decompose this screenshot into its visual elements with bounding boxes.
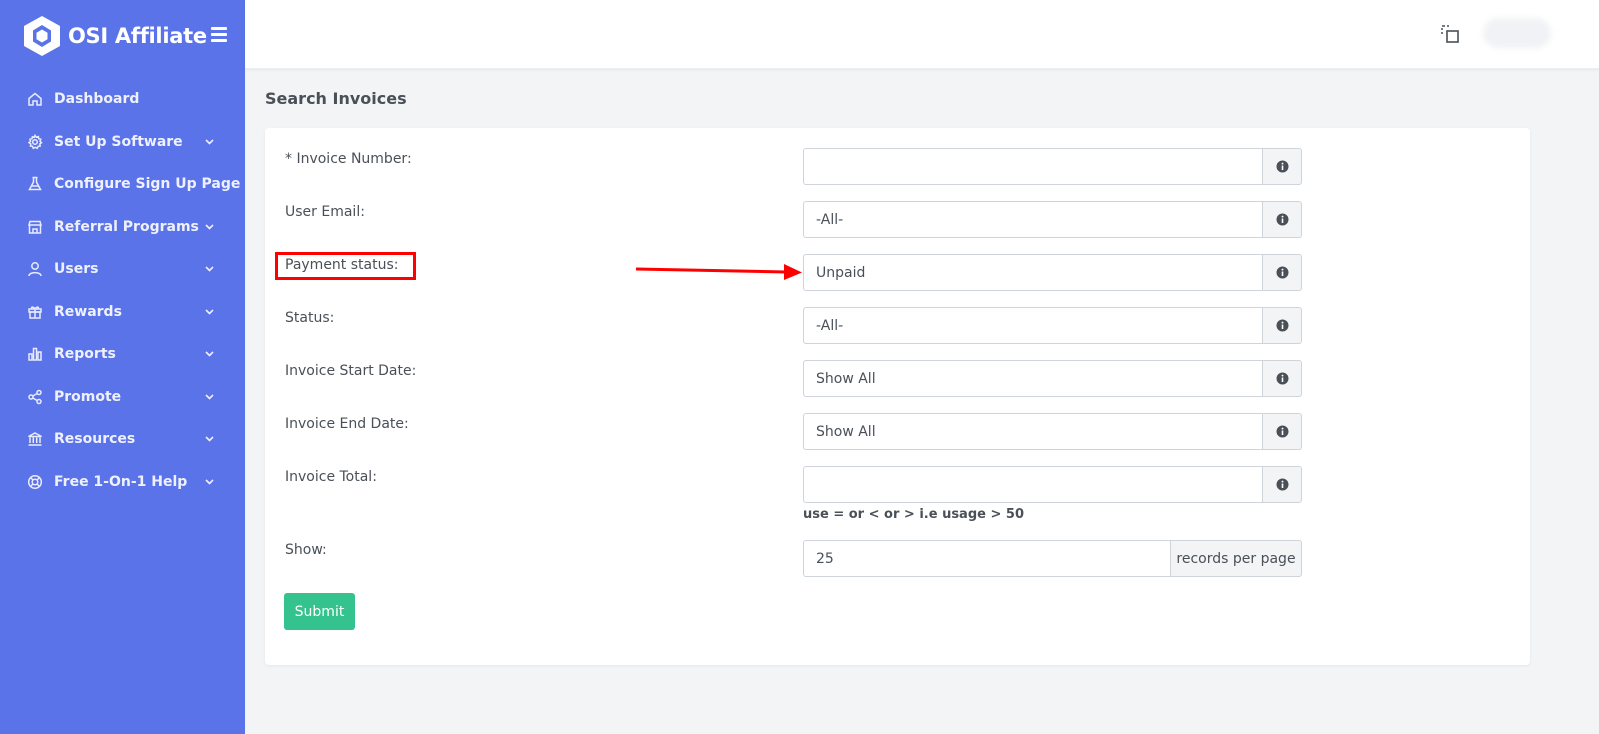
chevron-down-icon (205, 266, 214, 272)
invoice-start-date-info[interactable] (1263, 360, 1302, 397)
show-group: 25 records per page (803, 540, 1302, 577)
sidebar-item-resources[interactable]: Resources (0, 418, 245, 461)
info-icon (1276, 372, 1288, 385)
sidebar-item-label: Configure Sign Up Page (54, 176, 241, 193)
payment-status-select[interactable]: Unpaid (803, 254, 1263, 291)
invoice-start-date-group: Show All (803, 360, 1302, 397)
invoice-end-date-info[interactable] (1263, 413, 1302, 450)
chevron-down-icon (205, 139, 214, 145)
logo[interactable]: OSI Affiliate (22, 14, 207, 58)
menu-toggle-icon[interactable] (211, 27, 227, 42)
info-icon (1276, 160, 1288, 173)
store-icon (27, 219, 43, 235)
sidebar-item-promote[interactable]: Promote (0, 376, 245, 419)
sidebar-nav: Dashboard Set Up Software Configure Sign… (0, 78, 245, 503)
sidebar-item-label: Resources (54, 431, 136, 448)
show-input[interactable]: 25 (803, 540, 1171, 577)
annotation-arrow (635, 264, 802, 280)
invoice-total-info[interactable] (1263, 466, 1302, 503)
invoice-number-input[interactable] (803, 148, 1263, 185)
annotation-highlight-box (275, 252, 416, 280)
gift-icon (27, 304, 43, 320)
topbar (245, 0, 1599, 69)
invoice-end-date-select[interactable]: Show All (803, 413, 1263, 450)
payment-status-group: Unpaid (803, 254, 1302, 291)
invoice-total-input[interactable] (803, 466, 1263, 503)
bank-icon (27, 431, 43, 447)
share-icon (27, 389, 43, 405)
sidebar-item-label: Referral Programs (54, 218, 199, 235)
show-label: Show: (285, 542, 327, 558)
invoice-end-date-group: Show All (803, 413, 1302, 450)
page-title: Search Invoices (265, 89, 407, 108)
payment-status-info[interactable] (1263, 254, 1302, 291)
home-icon (27, 91, 43, 107)
status-group: -All- (803, 307, 1302, 344)
sidebar-item-free-help[interactable]: Free 1-On-1 Help (0, 461, 245, 504)
sidebar-item-label: Free 1-On-1 Help (54, 473, 188, 490)
lifebuoy-icon (27, 474, 43, 490)
invoice-total-hint: use = or < or > i.e usage > 50 (803, 507, 1024, 522)
user-email-label: User Email: (285, 204, 365, 220)
info-icon (1276, 425, 1288, 438)
sidebar-item-label: Reports (54, 346, 116, 363)
user-icon (27, 261, 43, 277)
status-label: Status: (285, 310, 335, 326)
sidebar-item-referral-programs[interactable]: Referral Programs (0, 206, 245, 249)
user-email-group: -All- (803, 201, 1302, 238)
bar-chart-icon (27, 346, 43, 362)
sidebar-item-reports[interactable]: Reports (0, 333, 245, 376)
sidebar-item-configure-sign-up-page[interactable]: Configure Sign Up Page (0, 163, 245, 206)
chevron-down-icon (205, 436, 214, 442)
app-name: OSI Affiliate (68, 24, 207, 48)
flask-icon (27, 176, 43, 192)
invoice-number-info[interactable] (1263, 148, 1302, 185)
invoice-total-label: Invoice Total: (285, 469, 377, 485)
gear-icon (27, 133, 43, 150)
invoice-start-date-label: Invoice Start Date: (285, 363, 417, 379)
user-avatar[interactable] (1483, 18, 1551, 48)
info-icon (1276, 319, 1288, 332)
info-icon (1276, 266, 1288, 279)
sidebar-item-label: Dashboard (54, 91, 140, 108)
invoice-end-date-label: Invoice End Date: (285, 416, 409, 432)
logo-hexagon-icon (24, 16, 60, 56)
records-per-page-label: records per page (1171, 540, 1302, 577)
chevron-down-icon (205, 351, 214, 357)
sidebar-item-label: Users (54, 261, 99, 278)
invoice-number-group (803, 148, 1302, 185)
sidebar-item-rewards[interactable]: Rewards (0, 291, 245, 334)
chevron-down-icon (205, 224, 214, 230)
user-email-info[interactable] (1263, 201, 1302, 238)
invoice-total-group (803, 466, 1302, 503)
info-icon (1276, 478, 1288, 491)
submit-button[interactable]: Submit (284, 593, 355, 630)
sidebar: OSI Affiliate Dashboard Set Up Software … (0, 0, 245, 734)
sidebar-item-users[interactable]: Users (0, 248, 245, 291)
info-icon (1276, 213, 1288, 226)
sidebar-item-set-up-software[interactable]: Set Up Software (0, 121, 245, 164)
chevron-down-icon (205, 479, 214, 485)
sidebar-item-dashboard[interactable]: Dashboard (0, 78, 245, 121)
invoice-start-date-select[interactable]: Show All (803, 360, 1263, 397)
sidebar-item-label: Set Up Software (54, 133, 183, 150)
user-email-select[interactable]: -All- (803, 201, 1263, 238)
sidebar-item-label: Rewards (54, 303, 122, 320)
invoice-number-label: * Invoice Number: (285, 151, 412, 167)
status-select[interactable]: -All- (803, 307, 1263, 344)
sidebar-item-label: Promote (54, 388, 122, 405)
status-info[interactable] (1263, 307, 1302, 344)
chevron-down-icon (205, 394, 214, 400)
fullscreen-icon[interactable] (1440, 24, 1462, 46)
chevron-down-icon (205, 309, 214, 315)
